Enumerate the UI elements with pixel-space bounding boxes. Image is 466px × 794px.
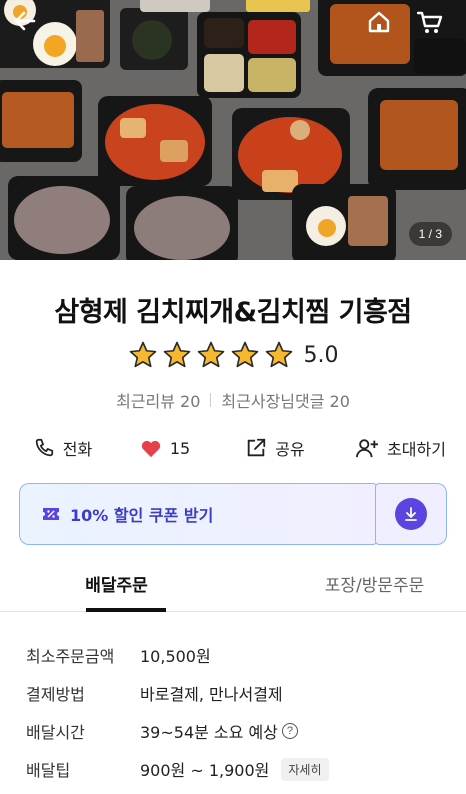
star-icon [129, 341, 156, 368]
back-arrow-icon [14, 11, 36, 31]
delivery-time-value: 39~54분 소요 예상 [140, 723, 278, 742]
recent-reviews-link[interactable]: 최근리뷰 20 [116, 388, 200, 412]
invite-user-icon [356, 439, 379, 458]
info-row-payment: 결제방법 바로결제, 만나서결제 [26, 674, 446, 712]
share-button[interactable]: 공유 [215, 436, 335, 460]
coupon-download-button[interactable] [375, 483, 447, 545]
info-row-delivery-tip: 배달팁 900원 ~ 1,900원 자세히 [26, 750, 446, 788]
store-name: 삼형제 김치찌개&김치찜 기흥점 [54, 297, 412, 328]
tab-delivery-label: 배달주문 [85, 576, 148, 596]
action-bar: 전화 15 공유 초대하기 [0, 432, 466, 464]
share-icon [248, 438, 266, 457]
star-icon [231, 341, 258, 368]
coupon-body: 10% 할인 쿠폰 받기 [19, 483, 377, 545]
payment-key: 결제방법 [26, 685, 85, 704]
star-icon [163, 341, 190, 368]
share-label: 공유 [275, 440, 305, 459]
call-label: 전화 [62, 440, 93, 459]
delivery-info: 최소주문금액 10,500원 결제방법 바로결제, 만나서결제 배달시간 39~… [26, 636, 446, 788]
min-order-key: 최소주문금액 [26, 647, 115, 666]
info-row-min-order: 최소주문금액 10,500원 [26, 636, 446, 674]
payment-value: 바로결제, 만나서결제 [140, 685, 283, 704]
tab-delivery[interactable]: 배달주문 [0, 566, 233, 612]
help-icon[interactable]: ? [281, 723, 298, 739]
back-button[interactable] [14, 10, 48, 40]
delivery-time-value-wrap: 39~54분 소요 예상 ? [140, 719, 298, 743]
star-icon [265, 341, 292, 368]
home-icon [368, 11, 390, 33]
download-circle [395, 498, 427, 530]
order-type-tabs: 배달주문 포장/방문주문 [0, 566, 466, 612]
delivery-tip-key: 배달팁 [26, 761, 71, 780]
coupon-label: 10% 할인 쿠폰 받기 [70, 506, 214, 525]
coupon-icon [43, 508, 59, 520]
star-icon [197, 341, 224, 368]
rating-stars [128, 340, 294, 370]
review-summary: 최근리뷰 20 최근사장님댓글 20 [0, 388, 466, 412]
rating: 5.0 [0, 340, 466, 370]
image-counter: 1 / 3 [408, 222, 452, 246]
coupon-banner[interactable]: 10% 할인 쿠폰 받기 [19, 483, 447, 545]
delivery-tip-value: 900원 ~ 1,900원 [140, 761, 270, 780]
invite-button[interactable]: 초대하기 [335, 436, 466, 460]
download-icon [405, 507, 417, 521]
delivery-time-key: 배달시간 [26, 723, 85, 742]
tab-pickup-label: 포장/방문주문 [324, 576, 425, 596]
tab-pickup[interactable]: 포장/방문주문 [233, 566, 466, 611]
recent-owner-replies-link[interactable]: 최근사장님댓글 20 [221, 388, 350, 412]
divider [210, 393, 212, 407]
phone-icon [35, 438, 53, 457]
delivery-tip-value-wrap: 900원 ~ 1,900원 자세히 [140, 757, 329, 781]
active-tab-indicator [86, 608, 166, 612]
min-order-value: 10,500원 [140, 647, 211, 666]
invite-label: 초대하기 [387, 440, 446, 459]
cart-button[interactable] [417, 10, 451, 40]
home-button[interactable] [367, 10, 401, 40]
info-row-delivery-time: 배달시간 39~54분 소요 예상 ? [26, 712, 446, 750]
delivery-tip-detail-button[interactable]: 자세히 [281, 757, 329, 781]
hero-image-carousel[interactable]: 1 / 3 [0, 0, 466, 260]
rating-value: 5.0 [303, 342, 339, 368]
cart-icon [417, 11, 443, 33]
heart-icon [141, 440, 160, 458]
call-button[interactable]: 전화 [0, 436, 115, 460]
like-button[interactable]: 15 [115, 438, 215, 458]
like-count: 15 [169, 438, 191, 458]
